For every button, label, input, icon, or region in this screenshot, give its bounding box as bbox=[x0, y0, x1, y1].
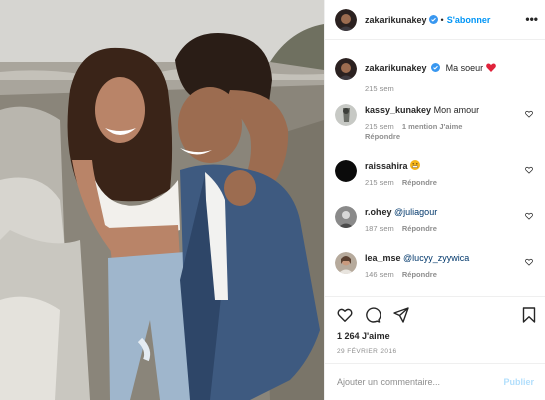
comment-username[interactable]: zakarikunakey bbox=[365, 63, 427, 73]
follow-button[interactable]: S'abonner bbox=[447, 15, 491, 25]
heart-icon[interactable] bbox=[525, 110, 533, 118]
heart-icon[interactable] bbox=[337, 307, 353, 323]
reply-button[interactable]: Répondre bbox=[402, 178, 437, 187]
comment-item: kassy_kunakey Mon amour 215 sem 1 mentio… bbox=[335, 104, 535, 142]
likes-count[interactable]: 1 264 J'aime bbox=[337, 331, 390, 341]
bookmark-icon[interactable] bbox=[521, 307, 537, 323]
comment-time: 215 sem bbox=[365, 122, 394, 131]
action-bar bbox=[325, 296, 545, 332]
heart-icon[interactable] bbox=[525, 258, 533, 266]
author-username[interactable]: zakarikunakey bbox=[365, 15, 427, 25]
comment-time: 146 sem bbox=[365, 270, 394, 279]
comment-mention[interactable]: @juliagour bbox=[394, 207, 437, 217]
comment-time: 215 sem bbox=[365, 84, 394, 93]
comment-time: 215 sem bbox=[365, 178, 394, 187]
comment-content: kassy_kunakey Mon amour bbox=[365, 104, 535, 116]
comment-meta: 215 sem 1 mention J'aime Répondre bbox=[365, 122, 535, 142]
comment-meta: 215 sem Répondre bbox=[365, 178, 535, 188]
comment-content: raissahira bbox=[365, 160, 535, 172]
comment-username[interactable]: raissahira bbox=[365, 161, 408, 171]
comment-text: Mon amour bbox=[433, 105, 480, 115]
verified-icon bbox=[428, 15, 438, 24]
comment-time: 187 sem bbox=[365, 224, 394, 233]
caption-row: zakarikunakey Ma soeur 215 sem bbox=[335, 58, 535, 94]
share-icon[interactable] bbox=[393, 307, 409, 323]
caption-text: zakarikunakey Ma soeur bbox=[365, 62, 535, 74]
comment-content: lea_mse @lucyy_zyywica bbox=[365, 252, 535, 264]
post-date: 29 FÉVRIER 2016 bbox=[337, 348, 397, 355]
comment-username[interactable]: kassy_kunakey bbox=[365, 105, 431, 115]
comment-meta: 215 sem bbox=[365, 84, 535, 94]
post-header: zakarikunakey • S'abonner ••• bbox=[325, 0, 545, 40]
reply-button[interactable]: Répondre bbox=[365, 132, 400, 141]
heart-icon[interactable] bbox=[525, 166, 533, 174]
comment-text: Ma soeur bbox=[445, 63, 486, 73]
more-options-icon[interactable]: ••• bbox=[525, 13, 538, 25]
comment-username[interactable]: r.ohey bbox=[365, 207, 392, 217]
comment-item: r.ohey @juliagour 187 sem Répondre bbox=[335, 206, 535, 234]
comment-content: r.ohey @juliagour bbox=[365, 206, 535, 218]
comment-username[interactable]: lea_mse bbox=[365, 253, 401, 263]
publish-button[interactable]: Publier bbox=[503, 377, 534, 387]
commenter-avatar[interactable] bbox=[335, 160, 357, 182]
heart-icon[interactable] bbox=[525, 212, 533, 220]
post-side-panel: zakarikunakey • S'abonner ••• zakarikuna… bbox=[324, 0, 545, 400]
comment-item: lea_mse @lucyy_zyywica 146 sem Répondre bbox=[335, 252, 535, 280]
comment-likes[interactable]: 1 mention J'aime bbox=[402, 122, 463, 131]
comment-icon[interactable] bbox=[365, 307, 381, 323]
photo-illustration bbox=[0, 0, 324, 400]
commenter-avatar[interactable] bbox=[335, 206, 357, 228]
commenter-avatar[interactable] bbox=[335, 104, 357, 126]
commenter-avatar[interactable] bbox=[335, 252, 357, 274]
comment-mention[interactable]: @lucyy_zyywica bbox=[403, 253, 469, 263]
comment-meta: 146 sem Répondre bbox=[365, 270, 535, 280]
reply-button[interactable]: Répondre bbox=[402, 224, 437, 233]
verified-icon bbox=[431, 63, 441, 72]
comment-composer: Publier bbox=[325, 363, 545, 400]
comment-meta: 187 sem Répondre bbox=[365, 224, 535, 234]
comment-item: raissahira 215 sem Répondre bbox=[335, 160, 535, 188]
grimacing-face-emoji-icon bbox=[410, 160, 421, 170]
author-avatar[interactable] bbox=[335, 58, 357, 80]
separator-dot: • bbox=[440, 14, 444, 25]
reply-button[interactable]: Répondre bbox=[402, 270, 437, 279]
post-photo[interactable] bbox=[0, 0, 324, 400]
red-heart-emoji-icon bbox=[485, 63, 496, 72]
author-avatar[interactable] bbox=[335, 8, 357, 31]
comment-input[interactable] bbox=[337, 377, 504, 387]
